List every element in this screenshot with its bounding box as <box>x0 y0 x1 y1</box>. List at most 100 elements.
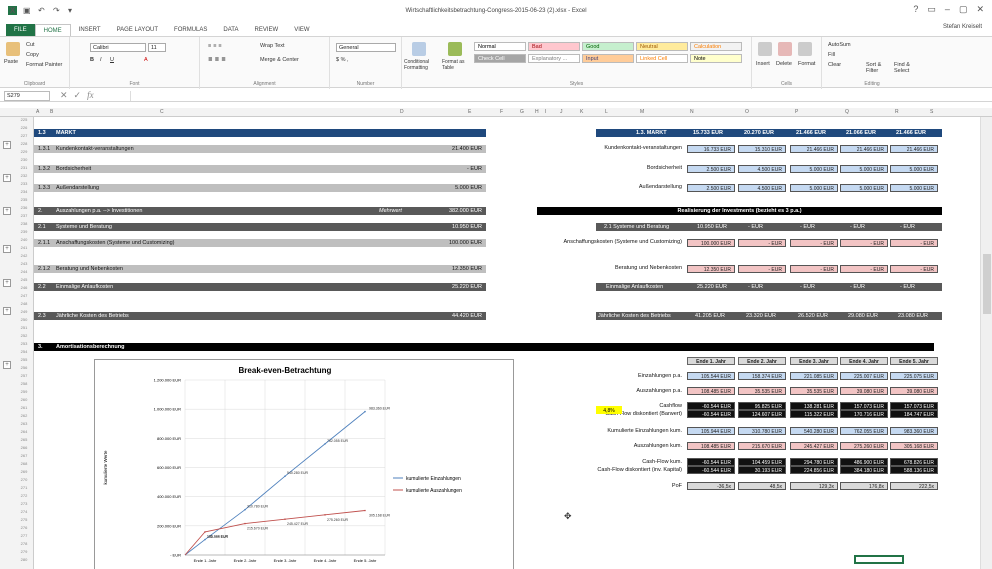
row-header[interactable]: 271 <box>14 485 34 490</box>
row-header[interactable]: 278 <box>14 541 34 546</box>
left-row-7[interactable]: 2.1.2 Beratung und Nebenkosten 12.350 EUR <box>34 265 486 273</box>
right-row-value[interactable]: 16.733 EUR <box>687 145 735 153</box>
left-row-9[interactable]: 2.3 Jährliche Kosten des Betriebs 44.420 E… <box>34 312 486 320</box>
italic-icon[interactable]: I <box>100 57 102 63</box>
amort-value[interactable]: 222,5x <box>890 482 938 490</box>
column-header-M[interactable]: M <box>640 109 644 115</box>
row-header[interactable]: 268 <box>14 461 34 466</box>
column-header-B[interactable]: B <box>50 109 53 115</box>
amort-value[interactable]: 124.607 EUR <box>738 410 786 418</box>
row-header[interactable]: 252 <box>14 333 34 338</box>
wrap-text-button[interactable]: Wrap Text <box>260 43 285 49</box>
column-header-C[interactable]: C <box>160 109 164 115</box>
amort-value[interactable]: 115.322 EUR <box>790 410 838 418</box>
cut-button[interactable]: Cut <box>26 42 35 48</box>
left-row-8[interactable]: 2.2 Einmalige Anlaufkosten 25.220 EUR <box>34 283 486 291</box>
help-icon[interactable]: ? <box>913 4 918 15</box>
row-header[interactable]: 273 <box>14 501 34 506</box>
align-h-icons[interactable]: ≣≣≣ <box>208 57 228 63</box>
invest-row-value[interactable]: - EUR <box>790 265 838 273</box>
column-header-D[interactable]: D <box>400 109 404 115</box>
font-name-select[interactable]: Calibri <box>90 43 146 52</box>
row-header[interactable]: 244 <box>14 269 34 274</box>
row-header[interactable]: 248 <box>14 301 34 306</box>
cell-style-7[interactable]: Input <box>582 54 634 63</box>
amort-value[interactable]: 105.544 EUR <box>687 372 735 380</box>
row-header[interactable]: 234 <box>14 189 34 194</box>
row-header[interactable]: 263 <box>14 421 34 426</box>
worksheet[interactable]: 1.3 MARKT 1.3.1 Kundenkontakt-veranstaltung… <box>34 117 980 569</box>
column-header-G[interactable]: G <box>520 109 524 115</box>
discount-rate-cell[interactable]: 4,8% <box>596 406 622 414</box>
amort-value[interactable]: 384.180 EUR <box>840 466 888 474</box>
right-row-value[interactable]: 4.500 EUR <box>738 184 786 192</box>
left-row-6[interactable]: 2.1.1 Anschaffungskosten (Systeme und Cus… <box>34 239 486 247</box>
row-header[interactable]: 233 <box>14 181 34 186</box>
row-header[interactable]: 250 <box>14 317 34 322</box>
delete-icon[interactable] <box>778 42 792 56</box>
find-select-button[interactable]: Find & Select <box>894 62 920 74</box>
cell-style-2[interactable]: Good <box>582 42 634 51</box>
row-header[interactable]: 274 <box>14 509 34 514</box>
amort-value[interactable]: 30.193 EUR <box>738 466 786 474</box>
row-header[interactable]: 264 <box>14 429 34 434</box>
column-header-O[interactable]: O <box>745 109 749 115</box>
conditional-formatting-icon[interactable] <box>412 42 426 56</box>
amort-value[interactable]: 170.716 EUR <box>840 410 888 418</box>
cancel-icon[interactable]: ✕ <box>60 90 68 101</box>
amort-value[interactable]: 305.168 EUR <box>890 442 938 450</box>
amort-value[interactable]: 184.747 EUR <box>890 410 938 418</box>
cell-style-0[interactable]: Normal <box>474 42 526 51</box>
right-row-value[interactable]: 5.000 EUR <box>790 184 838 192</box>
row-header[interactable]: 236 <box>14 205 34 210</box>
row-header[interactable]: 246 <box>14 285 34 290</box>
row-header[interactable]: 258 <box>14 381 34 386</box>
tab-page-layout[interactable]: PAGE LAYOUT <box>109 24 166 36</box>
tab-data[interactable]: DATA <box>215 24 246 36</box>
row-header[interactable]: 232 <box>14 173 34 178</box>
row-header[interactable]: 227 <box>14 133 34 138</box>
format-painter-button[interactable]: Format Painter <box>26 62 62 68</box>
amort-value[interactable]: 762.055 EUR <box>840 427 888 435</box>
column-header-P[interactable]: P <box>795 109 798 115</box>
row-header[interactable]: 266 <box>14 445 34 450</box>
row-header[interactable]: 259 <box>14 389 34 394</box>
column-header-J[interactable]: J <box>560 109 563 115</box>
invest-row-value[interactable]: - EUR <box>840 239 888 247</box>
align-icons[interactable]: ≡≡≡ <box>208 43 224 49</box>
font-size-select[interactable]: 11 <box>148 43 166 52</box>
group-expand-icon[interactable]: + <box>3 174 11 182</box>
amort-value[interactable]: 95.825 EUR <box>738 402 786 410</box>
amort-value[interactable]: 108.485 EUR <box>687 442 735 450</box>
autosum-button[interactable]: AutoSum <box>828 42 851 48</box>
row-header[interactable]: 243 <box>14 261 34 266</box>
number-format-select[interactable]: General <box>336 43 396 52</box>
row-header[interactable]: 228 <box>14 141 34 146</box>
break-even-chart[interactable]: Break-even-Betrachtung kumulierte Werte 1.… <box>94 359 514 569</box>
invest-row-value[interactable]: - EUR <box>890 265 938 273</box>
amort-value[interactable]: -60.544 EUR <box>687 458 735 466</box>
amort-value[interactable]: 157.073 EUR <box>840 402 888 410</box>
cell-style-5[interactable]: Check Cell <box>474 54 526 63</box>
insert-icon[interactable] <box>758 42 772 56</box>
row-header[interactable]: 231 <box>14 165 34 170</box>
column-header-N[interactable]: N <box>690 109 694 115</box>
left-row-5[interactable]: 2.1 Systeme und Beratung 10.950 EUR <box>34 223 486 231</box>
row-header[interactable]: 239 <box>14 229 34 234</box>
format-as-table-button[interactable]: Format as Table <box>442 59 470 71</box>
column-header-S[interactable]: S <box>930 109 933 115</box>
amort-value[interactable]: 225.007 EUR <box>840 372 888 380</box>
amort-value[interactable]: 221.085 EUR <box>790 372 838 380</box>
row-header[interactable]: 241 <box>14 245 34 250</box>
cell-style-9[interactable]: Note <box>690 54 742 63</box>
row-header[interactable]: 280 <box>14 557 34 562</box>
invest-row-value[interactable]: - EUR <box>738 239 786 247</box>
format-as-table-icon[interactable] <box>448 42 462 56</box>
row-header[interactable]: 261 <box>14 405 34 410</box>
font-color-icon[interactable]: A <box>144 57 148 63</box>
tab-insert[interactable]: INSERT <box>71 24 109 36</box>
selected-cell[interactable] <box>854 555 904 564</box>
amort-value[interactable]: -36,5x <box>687 482 735 490</box>
right-row-value[interactable]: 21.466 EUR <box>790 145 838 153</box>
merge-center-button[interactable]: Merge & Center <box>260 57 299 63</box>
